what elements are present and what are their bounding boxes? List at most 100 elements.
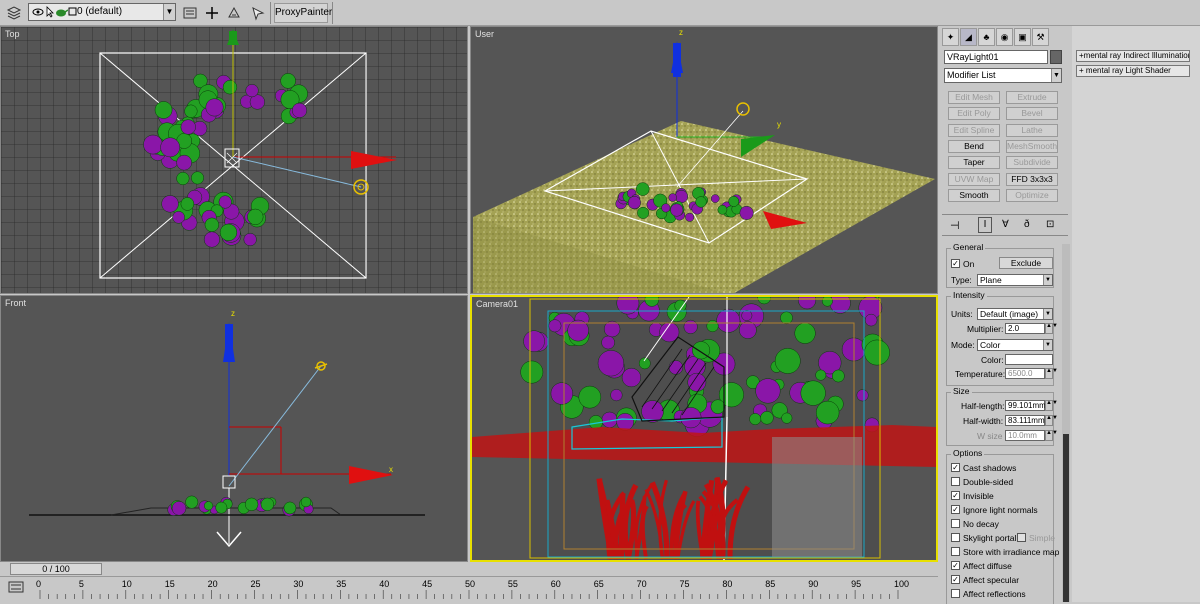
- list-item[interactable]: +mental ray Indirect Illumination: [1076, 50, 1190, 62]
- utilities-tab[interactable]: ⚒: [1032, 28, 1049, 46]
- temperature-spinner[interactable]: 6500.0: [1005, 368, 1045, 379]
- layer-manager-icon[interactable]: [180, 3, 200, 23]
- spinner-arrows-icon[interactable]: ▲▼: [1045, 400, 1058, 411]
- dropdown-arrow-icon[interactable]: ▼: [163, 4, 175, 20]
- modifier-button[interactable]: MeshSmooth: [1006, 139, 1058, 153]
- object-color-swatch[interactable]: [1050, 50, 1062, 64]
- spinner-arrows-icon[interactable]: ▲▼: [1045, 415, 1058, 426]
- type-dropdown[interactable]: Plane ▼: [977, 274, 1053, 286]
- option-checkbox[interactable]: ✓: [951, 505, 960, 514]
- foliage-blob: [244, 497, 259, 512]
- foliage-blob: [203, 501, 214, 511]
- on-checkbox[interactable]: ✓: [951, 259, 960, 268]
- viewport-front[interactable]: Front z x: [0, 295, 468, 562]
- spinner-arrows-icon[interactable]: ▲▼: [1045, 368, 1058, 379]
- select-objects-icon[interactable]: [224, 3, 244, 23]
- time-slider[interactable]: 0 / 100: [10, 563, 102, 575]
- teapot-icon[interactable]: [54, 7, 69, 20]
- multiplier-spinner[interactable]: 2.0: [1005, 323, 1045, 334]
- viewport-label[interactable]: Camera01: [476, 299, 518, 309]
- rollout-title[interactable]: Options: [951, 448, 985, 458]
- add-icon[interactable]: [202, 3, 222, 23]
- modifier-button[interactable]: Edit Mesh: [948, 91, 1000, 104]
- layers-icon[interactable]: [4, 3, 24, 23]
- modifier-button[interactable]: Extrude: [1006, 91, 1058, 104]
- create-tab[interactable]: ✦: [942, 28, 959, 46]
- modifier-button[interactable]: Bend: [948, 139, 1000, 153]
- object-name-field[interactable]: VRayLight01: [944, 50, 1048, 64]
- configure-sets-icon[interactable]: ⊡: [1046, 219, 1054, 230]
- option-checkbox[interactable]: [951, 533, 960, 542]
- spinner-arrows-icon[interactable]: ▲▼: [1045, 323, 1058, 334]
- show-end-result-icon[interactable]: I: [978, 217, 992, 233]
- half-width-spinner[interactable]: 83.111mm: [1005, 415, 1045, 426]
- option-checkbox[interactable]: [951, 519, 960, 528]
- display-tab[interactable]: ▣: [1014, 28, 1031, 46]
- w-size-spinner[interactable]: 10.0mm: [1005, 430, 1045, 441]
- spinner-arrows-icon[interactable]: ▲▼: [1045, 430, 1058, 441]
- rollout-title[interactable]: Intensity: [951, 290, 987, 300]
- foliage-blob: [774, 348, 801, 374]
- modifier-button[interactable]: Edit Spline: [948, 123, 1000, 137]
- list-item[interactable]: + mental ray Light Shader: [1076, 65, 1190, 77]
- rollout-title[interactable]: General: [951, 242, 986, 252]
- proxy-painter-button[interactable]: ProxyPainter: [274, 3, 332, 23]
- command-panel-scrollbar[interactable]: [1062, 244, 1070, 602]
- foliage-blob: [815, 400, 840, 425]
- option-checkbox[interactable]: [951, 589, 960, 598]
- option-checkbox[interactable]: [951, 477, 960, 486]
- option-label: Ignore light normals: [963, 505, 1038, 515]
- track-bar[interactable]: 0 5 10 15 20 25 30 35 40 45 50 55 60 65 70 75 80 85 90 95 10…: [0, 576, 938, 602]
- modifier-button[interactable]: Taper: [948, 156, 1000, 170]
- highlight-icon[interactable]: [248, 3, 268, 23]
- modifier-button[interactable]: Bevel: [1006, 107, 1058, 121]
- viewport-label[interactable]: Front: [5, 298, 26, 308]
- viewport-camera[interactable]: Camera01: [470, 295, 938, 562]
- option-checkbox[interactable]: ✓: [951, 561, 960, 570]
- option-checkbox[interactable]: ✓: [951, 491, 960, 500]
- modifier-button[interactable]: Smooth: [948, 188, 1000, 202]
- modifier-button[interactable]: Edit Poly: [948, 107, 1000, 121]
- expand-icon[interactable]: +: [1079, 66, 1086, 75]
- mode-dropdown[interactable]: Color ▼: [977, 339, 1053, 351]
- hierarchy-tab[interactable]: ♣: [978, 28, 995, 46]
- tick-label: 70: [636, 579, 647, 589]
- modifier-list-dropdown[interactable]: Modifier List ▼: [944, 68, 1062, 83]
- viewport-label[interactable]: User: [475, 29, 494, 39]
- rollout-title[interactable]: Size: [951, 386, 972, 396]
- viewport-top[interactable]: Top: [0, 26, 468, 294]
- pin-stack-icon[interactable]: ⊣: [950, 219, 960, 232]
- scrollbar-thumb[interactable]: [1063, 434, 1069, 602]
- half-length-spinner[interactable]: 99.101mm: [1005, 400, 1046, 411]
- layer-dropdown[interactable]: 0 (default) ▼: [28, 3, 176, 21]
- command-panel: ✦ ◢ ♣ ◉ ▣ ⚒ VRayLight01 Modifier List ▼ …: [938, 26, 1072, 604]
- modifier-button[interactable]: Subdivide: [1006, 156, 1058, 170]
- color-swatch[interactable]: [1005, 354, 1053, 365]
- exclude-button[interactable]: Exclude: [999, 257, 1053, 269]
- foliage-blob: [739, 205, 754, 221]
- modify-tab[interactable]: ◢: [960, 28, 977, 46]
- make-unique-icon[interactable]: ∀: [1002, 219, 1009, 230]
- modifier-button[interactable]: Optimize: [1006, 188, 1058, 202]
- chevron-down-icon[interactable]: ▼: [1043, 275, 1052, 285]
- modifier-button[interactable]: FFD 3x3x3: [1006, 172, 1058, 186]
- units-dropdown[interactable]: Default (image) ▼: [977, 308, 1053, 320]
- general-rollout: General ✓ On Exclude Type: Plane ▼: [946, 242, 1054, 288]
- modifier-button[interactable]: UVW Map: [948, 172, 1000, 186]
- square-icon[interactable]: [68, 7, 77, 19]
- foliage-blob: [780, 311, 793, 325]
- chevron-down-icon[interactable]: ▼: [1043, 309, 1052, 319]
- eye-icon[interactable]: [32, 6, 44, 21]
- option-checkbox[interactable]: ✓: [951, 463, 960, 472]
- motion-tab[interactable]: ◉: [996, 28, 1013, 46]
- option-checkbox[interactable]: [951, 547, 960, 556]
- option-checkbox[interactable]: ✓: [951, 575, 960, 584]
- viewport-label[interactable]: Top: [5, 29, 20, 39]
- foliage-blob: [191, 171, 204, 185]
- remove-modifier-icon[interactable]: ð: [1024, 219, 1030, 230]
- simple-checkbox[interactable]: [1017, 533, 1026, 542]
- chevron-down-icon[interactable]: ▼: [1051, 69, 1061, 82]
- chevron-down-icon[interactable]: ▼: [1043, 340, 1052, 350]
- viewport-user[interactable]: User y z: [470, 26, 938, 294]
- modifier-button[interactable]: Lathe: [1006, 123, 1058, 137]
